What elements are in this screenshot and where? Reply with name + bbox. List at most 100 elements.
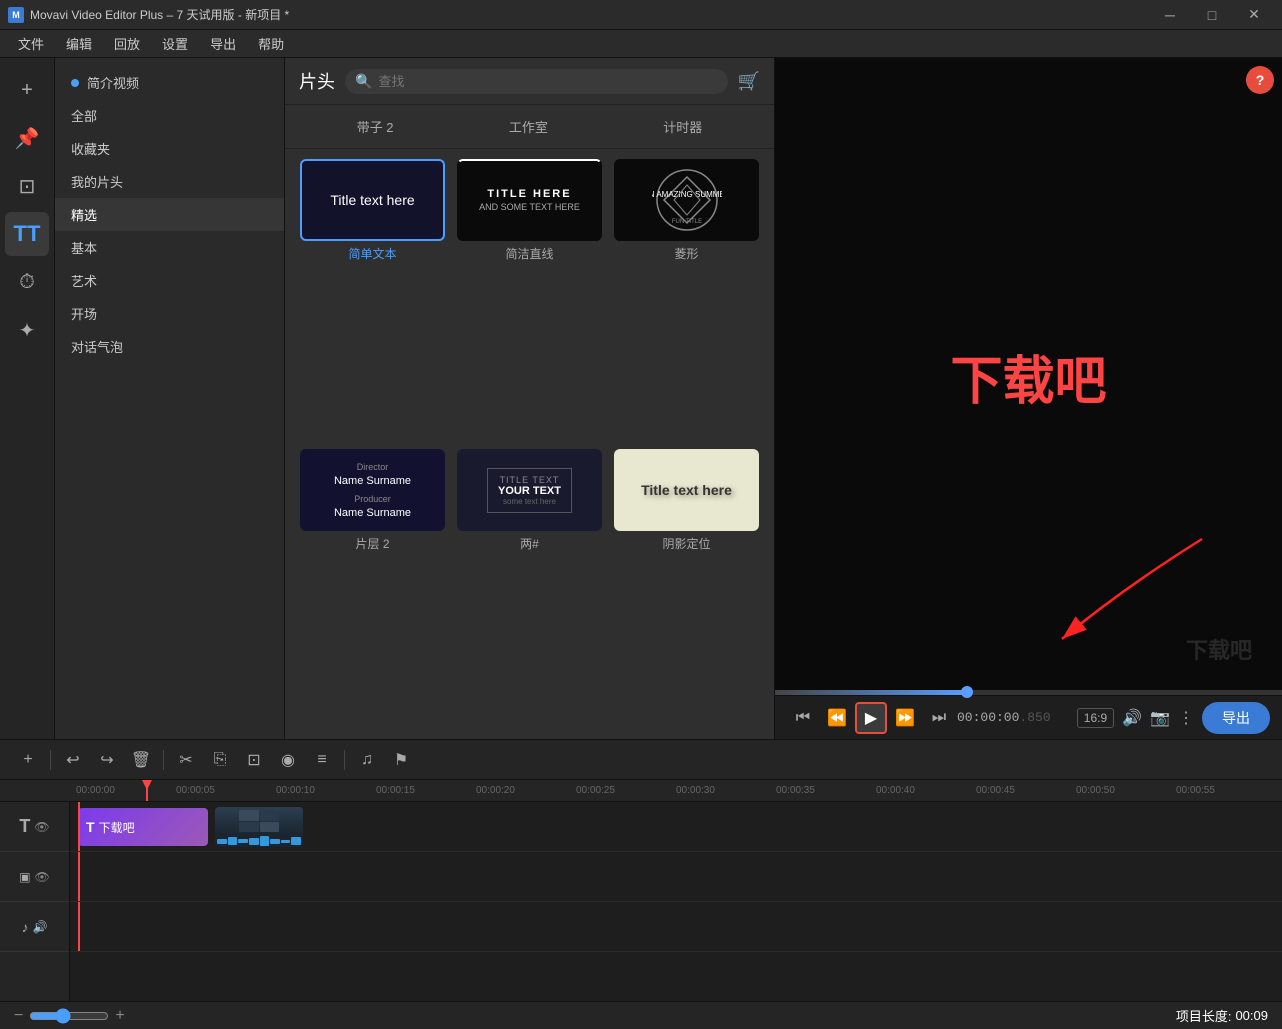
nav-label: 艺术 [71, 271, 97, 290]
sidebar-icon-pin[interactable]: 📌 [5, 116, 49, 160]
ruler-mark-20: 00:00:20 [476, 785, 515, 796]
audio-button[interactable]: ♫ [351, 744, 383, 776]
zoom-out-icon[interactable]: − [14, 1007, 23, 1025]
video-eye-icon[interactable]: 👁 [35, 870, 50, 884]
search-box[interactable]: 🔍 [345, 69, 728, 94]
maximize-button[interactable]: □ [1192, 0, 1232, 30]
project-length-value: 00:09 [1235, 1008, 1268, 1023]
menu-help[interactable]: 帮助 [248, 32, 294, 55]
playhead[interactable] [146, 780, 148, 801]
templates-grid: Title text here 简单文本 TITLE HERE AND SOME… [285, 149, 774, 739]
help-button[interactable]: ? [1246, 66, 1274, 94]
credits-name1: Name Surname [334, 475, 411, 487]
copy-button[interactable]: ⎘ [204, 744, 236, 776]
zoom-slider[interactable] [29, 1008, 109, 1024]
eye-icon[interactable]: 👁 [34, 820, 49, 834]
filter-button[interactable]: ◉ [272, 744, 304, 776]
svg-text:AN AMAZING SUMMER: AN AMAZING SUMMER [652, 190, 722, 199]
time-ms: .850 [1019, 710, 1050, 725]
nav-all[interactable]: 全部 [55, 99, 284, 132]
nav-intro-video[interactable]: 简介视频 [55, 66, 284, 99]
video-clip[interactable] [215, 807, 303, 847]
template-diamond[interactable]: AN AMAZING SUMMER FUN TITLE 菱形 [613, 159, 760, 439]
menubar: 文件 编辑 回放 设置 导出 帮助 [0, 30, 1282, 58]
playhead-line-empty [78, 902, 80, 951]
menu-file[interactable]: 文件 [8, 32, 54, 55]
menu-playback[interactable]: 回放 [104, 32, 150, 55]
template-thumb-your-text: TITLE TEXT YOUR TEXT some text here [457, 449, 602, 531]
text-clip[interactable]: T 下载吧 [78, 808, 208, 846]
nav-opening[interactable]: 开场 [55, 297, 284, 330]
crop-button[interactable]: ⊡ [238, 744, 270, 776]
nav-featured[interactable]: 精选 [55, 198, 284, 231]
track-headers: T 👁 ▣ 👁 ♪ 🔊 [0, 802, 70, 1001]
sidebar-icon-add[interactable]: + [5, 68, 49, 112]
waveform-bar [281, 840, 291, 843]
delete-button[interactable]: 🗑 [125, 744, 157, 776]
adjust-button[interactable]: ≡ [306, 744, 338, 776]
cart-icon[interactable]: 🛒 [738, 71, 760, 92]
main-area: + 📌 ⊡ TT ⏱ ✦ 简介视频 全部 收藏夹 [0, 58, 1282, 739]
music-vol-icon[interactable]: 🔊 [33, 920, 48, 934]
cut-button[interactable]: ✂ [170, 744, 202, 776]
zoom-in-icon[interactable]: + [115, 1007, 124, 1025]
nav-favorites[interactable]: 收藏夹 [55, 132, 284, 165]
template-clean-line[interactable]: TITLE HERE AND SOME TEXT HERE 简洁直线 [456, 159, 603, 439]
template-your-text[interactable]: TITLE TEXT YOUR TEXT some text here 两# [456, 449, 603, 729]
minimize-button[interactable]: ─ [1150, 0, 1190, 30]
template-thumb-simple-text: Title text here [300, 159, 445, 241]
export-button[interactable]: 导出 [1202, 702, 1270, 734]
app-logo: M [8, 7, 24, 23]
sub-cat-studio[interactable]: 工作室 [501, 113, 556, 140]
go-to-start-button[interactable]: ⏮ [787, 702, 819, 734]
sub-cat-ribbon[interactable]: 带子 2 [349, 113, 402, 140]
close-button[interactable]: ✕ [1234, 0, 1274, 30]
undo-button[interactable]: ↩ [57, 744, 89, 776]
template-credits[interactable]: Director Name Surname Producer Name Surn… [299, 449, 446, 729]
nav-label: 收藏夹 [71, 139, 110, 158]
clip-title-icon: T [86, 819, 95, 835]
step-forward-button[interactable]: ⏩ [889, 702, 921, 734]
flag-button[interactable]: ⚑ [385, 744, 417, 776]
project-length-label: 项目长度: [1176, 1006, 1232, 1025]
sidebar-icon-history[interactable]: ⏱ [5, 260, 49, 304]
sidebar-icon-title[interactable]: TT [5, 212, 49, 256]
nav-dot [71, 79, 79, 87]
ruler-mark-50: 00:00:50 [1076, 785, 1115, 796]
menu-edit[interactable]: 编辑 [56, 32, 102, 55]
preview-progress-bar [775, 690, 968, 695]
sidebar-icon-effects[interactable]: ✦ [5, 308, 49, 352]
search-input[interactable] [378, 74, 717, 89]
play-button[interactable]: ▶ [855, 702, 887, 734]
volume-icon[interactable]: 🔊 [1122, 708, 1142, 728]
svg-text:FUN TITLE: FUN TITLE [671, 219, 701, 225]
content-title: 片头 [299, 68, 335, 94]
ruler-mark-15: 00:00:15 [376, 785, 415, 796]
zoom-control: − + [14, 1007, 125, 1025]
sub-cat-timer[interactable]: 计时器 [655, 113, 710, 140]
redo-button[interactable]: ↪ [91, 744, 123, 776]
aspect-ratio-selector[interactable]: 16:9 [1077, 708, 1114, 728]
waveform-area [215, 835, 303, 847]
menu-export[interactable]: 导出 [200, 32, 246, 55]
menu-settings[interactable]: 设置 [152, 32, 198, 55]
nav-label: 我的片头 [71, 172, 123, 191]
nav-basic[interactable]: 基本 [55, 231, 284, 264]
progress-handle[interactable] [961, 686, 973, 698]
template-label-your-text: 两# [520, 535, 539, 552]
more-options-icon[interactable]: ⋮ [1178, 708, 1194, 728]
template-simple-text[interactable]: Title text here 简单文本 [299, 159, 446, 439]
step-back-button[interactable]: ⏪ [821, 702, 853, 734]
nav-dialogue-bubble[interactable]: 对话气泡 [55, 330, 284, 363]
sidebar-icon-filter[interactable]: ⊡ [5, 164, 49, 208]
nav-art[interactable]: 艺术 [55, 264, 284, 297]
template-shadow[interactable]: Title text here 阴影定位 [613, 449, 760, 729]
go-to-end-button[interactable]: ⏭ [923, 702, 955, 734]
template-thumb-clean-line: TITLE HERE AND SOME TEXT HERE [457, 159, 602, 241]
nav-my-intros[interactable]: 我的片头 [55, 165, 284, 198]
add-track-button[interactable]: + [12, 744, 44, 776]
nav-label: 基本 [71, 238, 97, 257]
screenshot-icon[interactable]: 📷 [1150, 708, 1170, 728]
ruler-mark-40: 00:00:40 [876, 785, 915, 796]
window-controls: ─ □ ✕ [1150, 0, 1274, 30]
